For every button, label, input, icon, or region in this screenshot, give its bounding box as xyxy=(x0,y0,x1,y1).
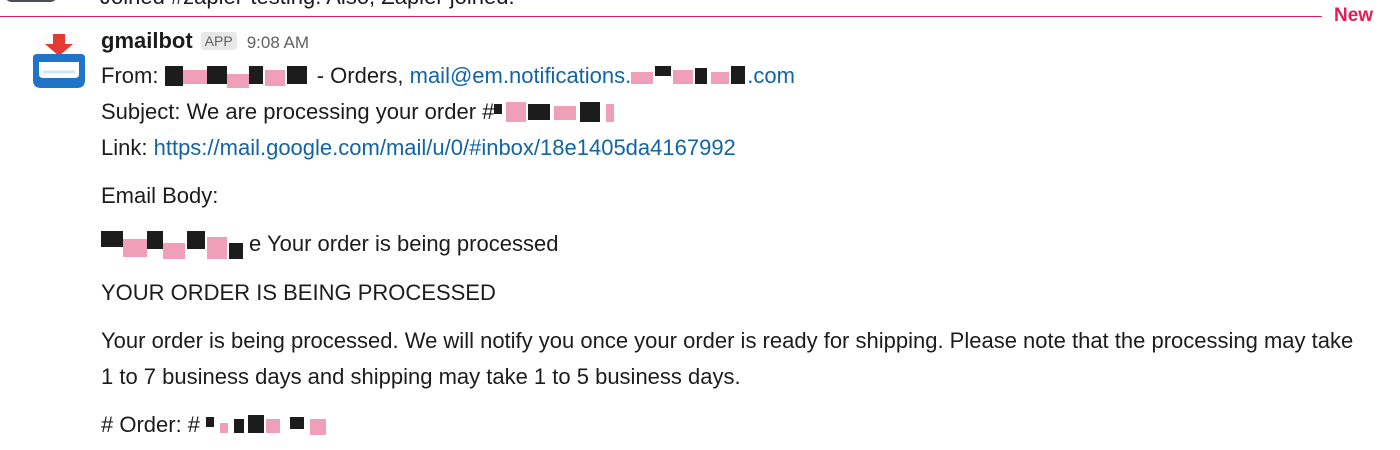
status-line-text: e Your order is being processed xyxy=(249,231,559,256)
email-body-paragraph: Your order is being processed. We will n… xyxy=(101,328,1354,389)
message: gmailbot APP 9:08 AM From: - Orders, mai… xyxy=(101,28,1386,443)
previous-message: Joined #zapier-testing. Also, Zapier joi… xyxy=(0,0,700,9)
redacted-order-id xyxy=(206,413,334,437)
order-label: # Order: # xyxy=(101,412,201,437)
subject-line: Subject: We are processing your order # xyxy=(101,94,1386,130)
from-email-prefix: mail@em.notifications. xyxy=(409,63,632,88)
redacted-email-domain xyxy=(631,64,747,88)
order-line: # Order: # xyxy=(101,407,1386,443)
link-label: Link: xyxy=(101,135,148,160)
redacted-order-number xyxy=(494,100,618,124)
email-heading: YOUR ORDER IS BEING PROCESSED xyxy=(101,280,496,305)
new-label: New xyxy=(1334,5,1374,26)
app-badge: APP xyxy=(200,32,237,50)
sender-name[interactable]: gmailbot xyxy=(101,28,193,54)
link-line: Link: https://mail.google.com/mail/u/0/#… xyxy=(101,130,1386,166)
email-body-label: Email Body: xyxy=(101,183,219,208)
new-messages-divider xyxy=(0,16,1322,17)
from-name-suffix: - Orders, xyxy=(316,63,404,88)
redacted-logo xyxy=(101,229,249,263)
gmail-link[interactable]: https://mail.google.com/mail/u/0/#inbox/… xyxy=(154,135,736,160)
previous-avatar xyxy=(4,0,58,2)
subject-text: We are processing your order # xyxy=(186,99,495,124)
message-header: gmailbot APP 9:08 AM xyxy=(101,28,1386,58)
from-email-link[interactable]: mail@em.notifications. .com xyxy=(410,63,795,88)
from-line: From: - Orders, mail@em.notifications. .c… xyxy=(101,58,1386,94)
status-line: e Your order is being processed xyxy=(101,226,1386,263)
from-email-suffix: .com xyxy=(747,63,795,88)
timestamp[interactable]: 9:08 AM xyxy=(247,33,309,53)
previous-message-text: Joined #zapier-testing. Also, Zapier joi… xyxy=(100,0,515,10)
gmail-inbox-icon[interactable] xyxy=(29,32,89,90)
subject-label: Subject: xyxy=(101,99,181,124)
redacted-sender-name xyxy=(164,64,311,88)
from-label: From: xyxy=(101,63,159,88)
